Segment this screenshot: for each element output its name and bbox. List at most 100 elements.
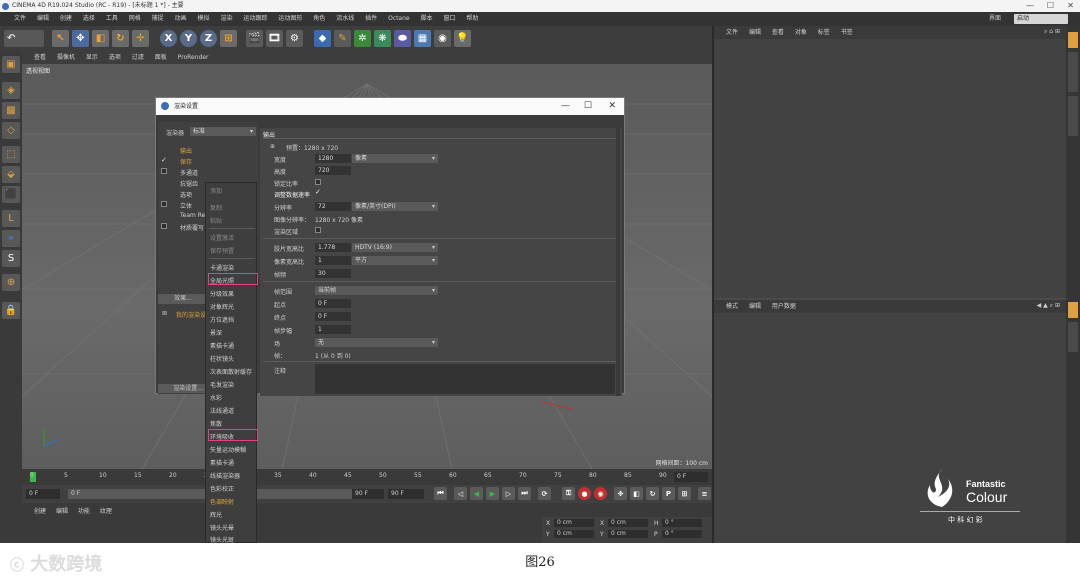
menu-script[interactable]: 脚本 — [421, 15, 433, 22]
autokey-icon[interactable]: ◉ — [594, 487, 607, 500]
vp-menu-panel[interactable]: 面板 — [155, 54, 167, 61]
go-to-start-icon[interactable]: ⏮ — [434, 487, 447, 500]
move-tool-icon[interactable]: ✥ — [72, 30, 89, 47]
menu-animate[interactable]: 动画 — [175, 15, 187, 22]
search-icon[interactable]: ⌕ ⌂ ⊞ — [1044, 28, 1060, 36]
menu-mograph[interactable]: 运动图形 — [278, 15, 302, 22]
polygons-mode-icon[interactable]: ⬛ — [2, 186, 20, 203]
cube-icon[interactable]: ◆ — [314, 30, 331, 47]
make-editable-icon[interactable]: ▣ — [2, 56, 20, 73]
height-field[interactable]: 720 — [315, 166, 351, 175]
start-field[interactable]: 0 F — [315, 299, 351, 308]
next-key-icon[interactable]: ▷ — [502, 487, 515, 500]
x-axis-button[interactable]: X — [160, 30, 177, 47]
sidebar-item-output[interactable]: 输出 — [180, 146, 192, 155]
popup-item-normal-pass[interactable]: 法线通道 — [210, 406, 234, 415]
resolution-field[interactable]: 72 — [315, 202, 351, 211]
menu-motion-tracking[interactable]: 运动跟踪 — [243, 15, 267, 22]
attr-nav-icon[interactable]: ◀ ▲ ⌕ ⊞ — [1037, 302, 1060, 310]
maximize-icon[interactable]: ☐ — [1047, 0, 1054, 12]
prev-key-icon[interactable]: ◁ — [454, 487, 467, 500]
popup-item-ambient-occlusion-dir[interactable]: 方位遮挡 — [210, 315, 234, 324]
subdivision-icon[interactable]: ✲ — [354, 30, 371, 47]
vp-menu-options[interactable]: 选项 — [109, 54, 121, 61]
popup-item-hair-render[interactable]: 毛发渲染 — [210, 380, 234, 389]
mat-menu-edit[interactable]: 编辑 — [56, 508, 68, 515]
adapt-rate-check-icon[interactable]: ✓ — [315, 188, 321, 196]
pen-icon[interactable]: ✎ — [334, 30, 351, 47]
menu-character[interactable]: 角色 — [313, 15, 325, 22]
mat-menu-texture[interactable]: 纹理 — [100, 508, 112, 515]
popup-item-add[interactable]: 添加 — [210, 186, 222, 195]
record-scale-icon[interactable]: ◧ — [630, 487, 643, 500]
snap-icon[interactable]: S — [2, 250, 20, 267]
step-field[interactable]: 1 — [315, 325, 351, 334]
popup-item-vector-motion-blur[interactable]: 矢量运动模糊 — [210, 445, 246, 454]
timeline-end-frame[interactable]: 0 F — [674, 472, 708, 482]
menu-simulate[interactable]: 模拟 — [198, 15, 210, 22]
objects-tab[interactable] — [1068, 32, 1078, 48]
play-back-icon[interactable]: ◀ — [470, 487, 483, 500]
sidebar-item-multipass[interactable]: 多通道 — [180, 168, 198, 177]
attr-menu-userdata[interactable]: 用户数据 — [772, 303, 796, 310]
popup-item-sketch-toon-2[interactable]: 素描卡通 — [210, 458, 234, 467]
coord-x2-field[interactable]: 0 cm — [608, 519, 648, 527]
menu-edit[interactable]: 编辑 — [37, 15, 49, 22]
vp-menu-display[interactable]: 显示 — [86, 54, 98, 61]
panel-scrollbar[interactable] — [616, 128, 620, 396]
popup-item-lens-flare[interactable]: 镜头光斑 — [210, 535, 234, 543]
workplane-icon[interactable]: ◇ — [2, 122, 20, 139]
y-axis-button[interactable]: Y — [180, 30, 197, 47]
film-ratio-select[interactable]: HDTV (16:9) — [352, 243, 438, 252]
preview-end-field[interactable]: 90 F — [352, 489, 384, 499]
obj-menu-bookmarks[interactable]: 书签 — [841, 29, 853, 36]
menu-render[interactable]: 渲染 — [220, 15, 232, 22]
menu-help[interactable]: 帮助 — [466, 15, 478, 22]
key-icon[interactable]: ⚿ — [562, 487, 575, 500]
coord-y-field[interactable]: 0 cm — [554, 530, 594, 538]
dialog-minimize-icon[interactable]: — — [561, 98, 570, 115]
field-select[interactable]: 无 — [315, 338, 438, 347]
popup-item-lens-glow[interactable]: 镜头光晕 — [210, 523, 234, 532]
menu-mesh[interactable]: 网格 — [129, 15, 141, 22]
sculpt-icon[interactable]: ⊕ — [2, 274, 20, 291]
coord-x-field[interactable]: 0 cm — [554, 519, 594, 527]
vp-menu-cameras[interactable]: 摄像机 — [57, 54, 75, 61]
z-axis-button[interactable]: Z — [200, 30, 217, 47]
popup-item-color-correction[interactable]: 色彩校正 — [210, 484, 234, 493]
lock-ratio-checkbox[interactable] — [315, 179, 321, 185]
sidebar-item-stereo[interactable]: 立体 — [180, 201, 192, 210]
popup-item-tone-mapping[interactable]: 色调映射 — [210, 497, 234, 506]
popup-item-glow[interactable]: 辉光 — [210, 510, 222, 519]
dialog-close-icon[interactable]: ✕ — [608, 98, 616, 115]
material-override-checkbox[interactable] — [161, 223, 167, 229]
vp-menu-filter[interactable]: 过滤 — [132, 54, 144, 61]
obj-menu-objects[interactable]: 对象 — [795, 29, 807, 36]
preset-icon[interactable]: ⊕ — [270, 143, 275, 150]
menu-file[interactable]: 文件 — [14, 15, 26, 22]
floor-icon[interactable]: ▦ — [414, 30, 431, 47]
popup-item-paste[interactable]: 粘贴 — [210, 216, 222, 225]
film-ratio-field[interactable]: 1.778 — [315, 243, 351, 252]
points-mode-icon[interactable]: ⬚ — [2, 146, 20, 163]
fps-field[interactable]: 30 — [315, 269, 351, 278]
render-region-checkbox[interactable] — [315, 227, 321, 233]
obj-menu-view[interactable]: 查看 — [772, 29, 784, 36]
menu-select[interactable]: 选择 — [83, 15, 95, 22]
start-frame-field[interactable]: 0 F — [26, 489, 60, 499]
popup-item-ambient-occlusion[interactable]: 环境吸收 — [210, 432, 234, 441]
obj-menu-edit[interactable]: 编辑 — [749, 29, 761, 36]
camera-icon[interactable]: ◉ — [434, 30, 451, 47]
pixel-ratio-select[interactable]: 平方 — [352, 256, 438, 265]
popup-item-object-glow[interactable]: 对象辉光 — [210, 302, 234, 311]
end-frame-field[interactable]: 90 F — [388, 489, 424, 499]
scale-tool-icon[interactable]: ◧ — [92, 30, 109, 47]
resolution-unit-select[interactable]: 像素/英寸(DPI) — [352, 202, 438, 211]
notes-textarea[interactable] — [315, 364, 615, 394]
coord-h-field[interactable]: 0 ° — [662, 519, 702, 527]
loop-icon[interactable]: ⟳ — [538, 487, 551, 500]
popup-item-cylindrical-lens[interactable]: 柱状镜头 — [210, 354, 234, 363]
play-icon[interactable]: ▶ — [486, 487, 499, 500]
recent-tool-icon[interactable]: ✛ — [132, 30, 149, 47]
render-settings-button[interactable]: 渲染设置... — [158, 384, 206, 393]
